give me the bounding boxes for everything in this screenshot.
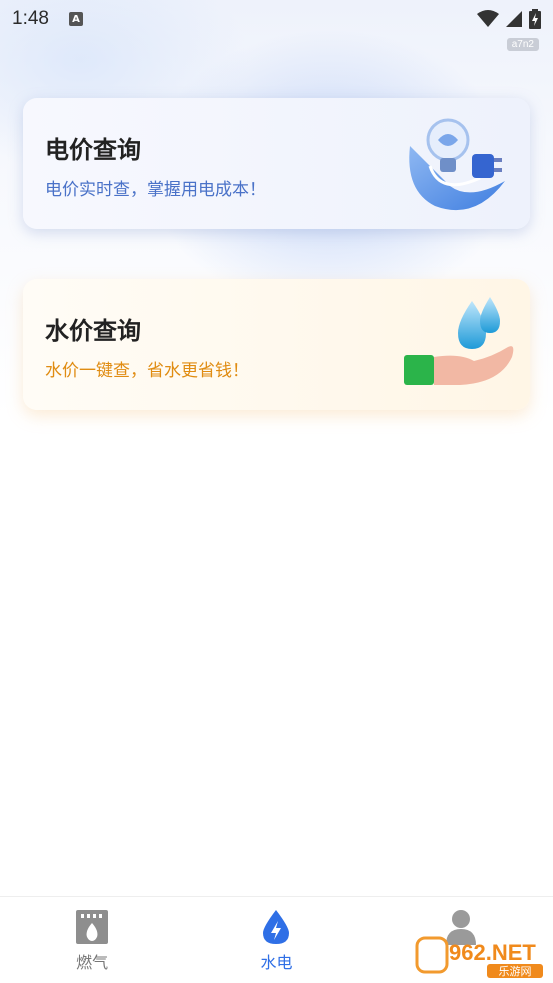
signal-icon bbox=[506, 11, 522, 27]
battery-charging-icon bbox=[529, 9, 541, 29]
gas-stove-icon bbox=[76, 910, 109, 944]
tab-gas-label: 燃气 bbox=[76, 953, 109, 972]
version-badge: a7n2 bbox=[506, 38, 539, 51]
electricity-price-card[interactable]: 电价查询 电价实时查，掌握用电成本！ bbox=[23, 98, 530, 229]
card-title: 电价查询 bbox=[45, 136, 141, 164]
site-watermark-logo: 962.NET 乐游网 bbox=[415, 936, 543, 978]
wifi-icon bbox=[477, 10, 499, 27]
watermark-subtext: 乐游网 bbox=[499, 965, 532, 978]
tab-water-electricity-label: 水电 bbox=[260, 953, 293, 972]
card-subtitle: 水价一键查，省水更省钱！ bbox=[45, 361, 249, 381]
water-drop-bolt-icon bbox=[263, 910, 290, 944]
tab-water-electricity[interactable]: 水电 bbox=[184, 897, 368, 983]
tab-gas[interactable]: 燃气 bbox=[0, 897, 184, 983]
card-title: 水价查询 bbox=[45, 317, 141, 345]
water-price-card[interactable]: 水价查询 水价一键查，省水更省钱！ bbox=[23, 279, 530, 410]
water-drop-hand-icon bbox=[404, 297, 514, 385]
notification-icon: A bbox=[68, 12, 83, 26]
status-time: 1:48 bbox=[12, 8, 49, 29]
plug-bulb-icon bbox=[409, 118, 505, 211]
status-bar: 1:48 A bbox=[0, 0, 553, 38]
watermark-text: 962.NET bbox=[449, 940, 536, 965]
card-subtitle: 电价实时查，掌握用电成本！ bbox=[45, 180, 266, 200]
